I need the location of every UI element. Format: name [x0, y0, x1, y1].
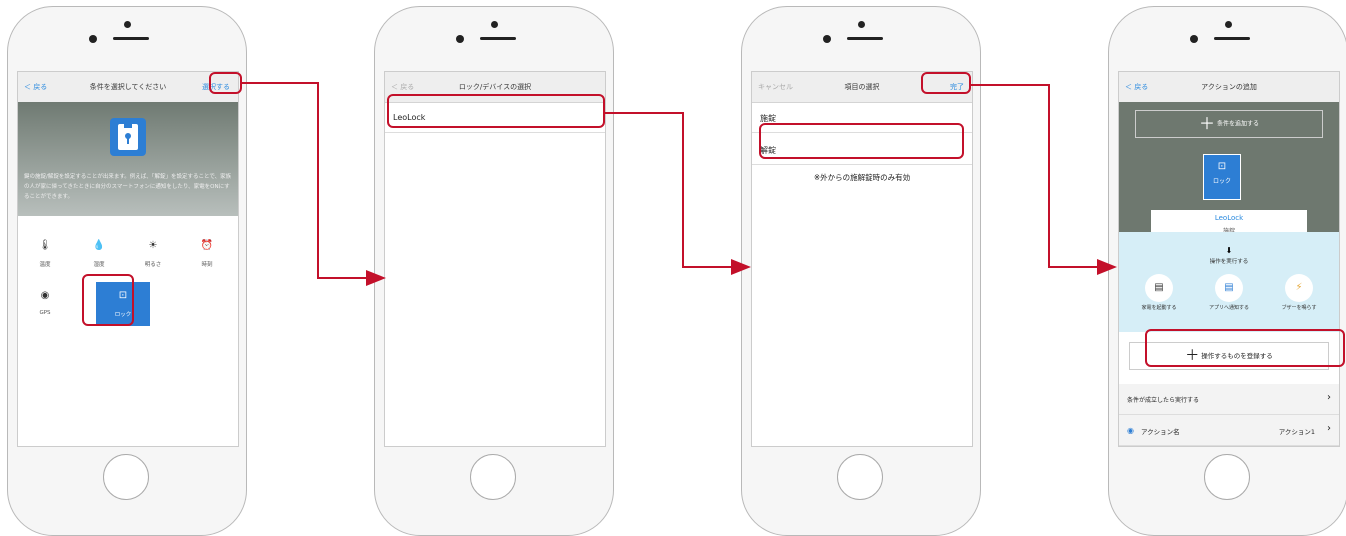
sensor-dot	[1190, 35, 1198, 43]
notify-icon: ▤	[1215, 274, 1243, 302]
action-notify[interactable]: ▤ アプリへ通知する	[1209, 274, 1249, 311]
arrow-3-v	[1048, 84, 1050, 267]
drop-icon: 💧	[92, 240, 106, 251]
sensor-dot	[456, 35, 464, 43]
sensor-dot	[823, 35, 831, 43]
arrow-1-h2	[317, 277, 369, 279]
arrow-3-h2	[1048, 266, 1100, 268]
arrow-1-head	[366, 270, 386, 286]
arrow-2-head	[731, 259, 751, 275]
arrow-2-h2	[682, 266, 734, 268]
sensor-dot	[89, 35, 97, 43]
phone-frame-4: ＜ 戻る アクションの追加 ＋ 条件を追加する ⊡ ロック LeoLock 施錠…	[1108, 6, 1346, 536]
clock-icon: ⏰	[200, 240, 214, 251]
earpiece	[847, 37, 883, 40]
nav-title: アクションの追加	[1201, 83, 1257, 91]
arrow-3-h1	[971, 84, 1049, 86]
arrow-1-v	[317, 82, 319, 278]
action-buzzer[interactable]: ⚡ ブザーを鳴らす	[1279, 274, 1319, 311]
lock-hero-icon	[110, 118, 146, 156]
arrow-2-h1	[605, 112, 683, 114]
condition-time[interactable]: ⏰ 時刻	[180, 232, 234, 276]
highlight-lock-cell	[82, 274, 134, 326]
condition-panel: ＋ 条件を追加する ⊡ ロック LeoLock 施錠	[1119, 102, 1339, 246]
condition-humidity[interactable]: 💧 湿度	[72, 232, 126, 276]
front-camera	[124, 21, 131, 28]
earpiece	[480, 37, 516, 40]
plus-icon: ＋	[1199, 114, 1216, 133]
highlight-done-button	[921, 72, 971, 94]
home-button[interactable]	[103, 454, 149, 500]
add-condition-button[interactable]: ＋ 条件を追加する	[1135, 110, 1323, 138]
gps-icon: ◉	[40, 290, 50, 301]
nav-bar: ＜ 戻る 条件を選択してください 選択する	[18, 72, 238, 103]
condition-description: 鍵の施錠/解錠を設定することが出来ます。例えば、「解錠」を設定することで、家族の…	[24, 174, 232, 200]
buzzer-icon: ⚡	[1285, 274, 1313, 302]
option-note: ※外からの施解錠時のみ有効	[813, 173, 911, 182]
down-arrow-icon: ⬇	[1225, 246, 1233, 255]
run-condition-row[interactable]: 条件が成立したら実行する ›	[1119, 384, 1339, 415]
condition-brightness[interactable]: ☀ 明るさ	[126, 232, 180, 276]
lock-icon: ⊡	[1217, 161, 1227, 172]
lock-card[interactable]: ⊡ ロック	[1203, 154, 1241, 200]
highlight-device-row	[387, 94, 605, 128]
arrow-2-v	[682, 112, 684, 267]
home-button[interactable]	[470, 454, 516, 500]
nav-title: ロック/デバイスの選択	[458, 83, 532, 91]
screen-1: ＜ 戻る 条件を選択してください 選択する 鍵の施錠/解錠を設定することが出来ま…	[17, 71, 239, 447]
light-icon: ☀	[148, 240, 158, 251]
action-name-row[interactable]: ◉ アクション名 アクション1 ›	[1119, 415, 1339, 446]
action-panel: ⬇ 操作を実行する ▤ 家電を起動する ▤ アプリへ通知する ⚡ ブザーを鳴らす	[1119, 232, 1339, 332]
thermometer-icon: 🌡	[38, 240, 52, 251]
condition-gps[interactable]: ◉ GPS	[18, 282, 72, 326]
appliance-icon: ▤	[1145, 274, 1173, 302]
hero-area: 鍵の施錠/解錠を設定することが出来ます。例えば、「解錠」を設定することで、家族の…	[18, 102, 238, 216]
front-camera	[1225, 21, 1232, 28]
earpiece	[113, 37, 149, 40]
condition-temperature[interactable]: 🌡 温度	[18, 232, 72, 276]
front-camera	[858, 21, 865, 28]
chevron-right-icon: ›	[1327, 392, 1331, 403]
screen-4: ＜ 戻る アクションの追加 ＋ 条件を追加する ⊡ ロック LeoLock 施錠…	[1118, 71, 1340, 447]
front-camera	[491, 21, 498, 28]
nav-bar: ＜ 戻る アクションの追加	[1119, 72, 1339, 103]
arrow-1-h1	[242, 82, 318, 84]
home-button[interactable]	[1204, 454, 1250, 500]
highlight-select-button	[209, 72, 242, 94]
action-appliance[interactable]: ▤ 家電を起動する	[1139, 274, 1179, 311]
highlight-unlock-row	[759, 123, 964, 159]
arrow-3-head	[1097, 259, 1117, 275]
action-name-icon: ◉	[1127, 426, 1134, 435]
earpiece	[1214, 37, 1250, 40]
highlight-register-button	[1145, 329, 1345, 367]
home-button[interactable]	[837, 454, 883, 500]
phone-frame-2: ＜ 戻る ロック/デバイスの選択 LeoLock	[374, 6, 614, 536]
chevron-right-icon: ›	[1327, 423, 1331, 434]
